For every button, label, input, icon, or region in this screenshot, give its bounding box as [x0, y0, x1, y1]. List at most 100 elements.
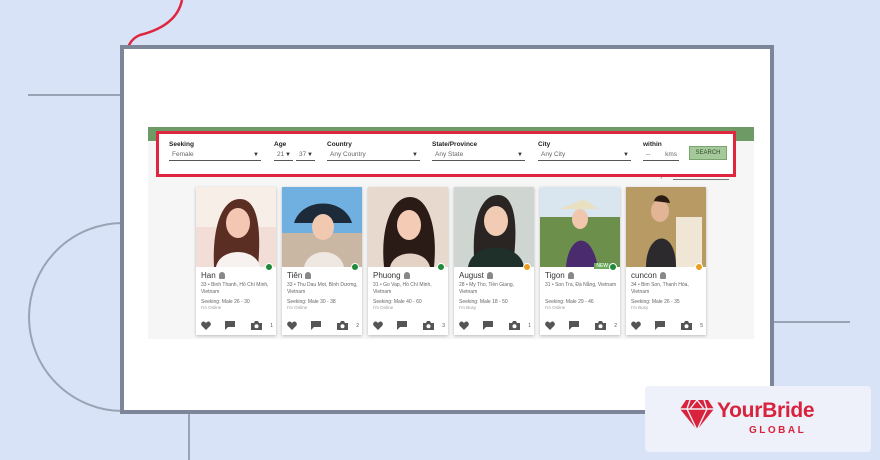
search-filter-bar: Seeking Female ▼ Age 21 ▼ 37 ▼ Country Any …	[156, 131, 736, 177]
seeking-label: Seeking	[169, 141, 194, 148]
logo-sub-text: GLOBAL	[749, 425, 807, 436]
age-max-select[interactable]: 37 ▼	[296, 151, 315, 161]
age-label: Age	[274, 141, 287, 148]
profile-photo[interactable]	[540, 187, 620, 267]
profile-person-icon	[659, 272, 666, 279]
message-icon[interactable]	[483, 321, 493, 330]
profile-card[interactable]: August 28 • My Tho, Tiền Giang, Vietnam …	[454, 187, 534, 335]
yourbride-logo: YourBride GLOBAL	[645, 386, 871, 452]
state-select[interactable]: Any State ▼	[432, 151, 525, 161]
profile-photo[interactable]	[454, 187, 534, 267]
profile-name[interactable]: Tigon	[545, 271, 574, 280]
heart-icon[interactable]	[545, 321, 555, 330]
heart-icon[interactable]	[201, 321, 211, 330]
within-unit: kms	[665, 151, 677, 158]
decorative-line	[188, 410, 190, 460]
state-field[interactable]: State/Province Any State ▼	[432, 141, 525, 161]
chevron-down-icon: ▼	[412, 151, 418, 158]
decorative-line	[772, 321, 850, 323]
card-actions: 2	[545, 321, 617, 331]
profile-card[interactable]: NEW Tigon 31 • Son Tra, Đà Nẵng, Vietnam…	[540, 187, 620, 335]
card-actions: 1	[201, 321, 273, 331]
photo-count: 1	[270, 323, 273, 329]
profile-location: 33 • Binh Thanh, Hồ Chí Minh, Vietnam	[201, 282, 269, 295]
profile-name[interactable]: Han	[201, 271, 225, 280]
message-icon[interactable]	[311, 321, 321, 330]
profile-location: 31 • Son Tra, Đà Nẵng, Vietnam	[545, 282, 617, 288]
profile-name[interactable]: cuncon	[631, 271, 666, 280]
country-field[interactable]: Country Any Country ▼	[327, 141, 420, 161]
camera-icon[interactable]	[595, 321, 606, 330]
card-actions: 1	[459, 321, 531, 331]
age-field[interactable]: Age 21 ▼ 37 ▼	[274, 141, 316, 161]
profile-location: 31 • Go Vap, Hồ Chí Minh, Vietnam	[373, 282, 432, 295]
camera-icon[interactable]	[509, 321, 520, 330]
profile-name[interactable]: Tiên	[287, 271, 312, 280]
profile-status: I'm Busy	[459, 305, 477, 310]
message-icon[interactable]	[655, 321, 665, 330]
busy-status-dot	[695, 263, 703, 271]
profile-photo[interactable]	[626, 187, 706, 267]
profile-card[interactable]: Han 33 • Binh Thanh, Hồ Chí Minh, Vietna…	[196, 187, 276, 335]
profile-status: I'm Online	[287, 305, 308, 310]
photo-count: 3	[442, 323, 445, 329]
profile-person-icon	[218, 272, 225, 279]
within-input[interactable]: -- kms	[643, 151, 679, 161]
profile-photo[interactable]	[282, 187, 362, 267]
heart-icon[interactable]	[287, 321, 297, 330]
chevron-down-icon: ▼	[285, 151, 291, 158]
heart-icon[interactable]	[373, 321, 383, 330]
profile-photo[interactable]	[196, 187, 276, 267]
chevron-down-icon: ▼	[253, 151, 259, 158]
profile-person-icon	[305, 272, 312, 279]
online-status-dot	[265, 263, 273, 271]
age-min-select[interactable]: 21 ▼	[274, 151, 293, 161]
within-field[interactable]: within -- kms	[643, 141, 679, 161]
message-icon[interactable]	[397, 321, 407, 330]
photo-count: 2	[356, 323, 359, 329]
seeking-select[interactable]: Female ▼	[169, 151, 261, 161]
decorative-line	[28, 94, 122, 96]
profile-status: I'm Online	[201, 305, 222, 310]
profile-card[interactable]: cuncon 34 • Bim Son, Thanh Hóa, Vietnam …	[626, 187, 706, 335]
camera-icon[interactable]	[423, 321, 434, 330]
seeking-field[interactable]: Seeking Female ▼	[169, 141, 261, 161]
profile-card[interactable]: Phuong 31 • Go Vap, Hồ Chí Minh, Vietnam…	[368, 187, 448, 335]
message-icon[interactable]	[225, 321, 235, 330]
profile-person-icon	[403, 272, 410, 279]
photo-count: 5	[700, 323, 703, 329]
country-label: Country	[327, 141, 352, 148]
state-label: State/Province	[432, 141, 478, 148]
heart-icon[interactable]	[631, 321, 641, 330]
heart-icon[interactable]	[459, 321, 469, 330]
country-select[interactable]: Any Country ▼	[327, 151, 420, 161]
online-status-dot	[351, 263, 359, 271]
city-label: City	[538, 141, 551, 148]
camera-icon[interactable]	[681, 321, 692, 330]
chevron-down-icon: ▼	[307, 151, 313, 158]
profile-photo[interactable]	[368, 187, 448, 267]
busy-status-dot	[523, 263, 531, 271]
camera-icon[interactable]	[251, 321, 262, 330]
logo-brand-text: YourBride	[717, 399, 815, 422]
search-button[interactable]: SEARCH	[689, 146, 727, 160]
card-actions: 5	[631, 321, 703, 331]
message-icon[interactable]	[569, 321, 579, 330]
profile-location: 28 • My Tho, Tiền Giang, Vietnam	[459, 282, 515, 295]
within-label: within	[643, 141, 662, 148]
profile-location: 33 • Thu Dau Mot, Bình Dương, Vietnam	[287, 282, 358, 295]
camera-icon[interactable]	[337, 321, 348, 330]
city-select[interactable]: Any City ▼	[538, 151, 631, 161]
profile-name[interactable]: August	[459, 271, 493, 280]
online-status-dot	[437, 263, 445, 271]
profile-person-icon	[567, 272, 574, 279]
profile-status: I'm Busy	[631, 305, 649, 310]
city-field[interactable]: City Any City ▼	[538, 141, 631, 161]
photo-count: 2	[614, 323, 617, 329]
card-actions: 2	[287, 321, 359, 331]
profile-name[interactable]: Phuong	[373, 271, 410, 280]
profile-status: I'm Online	[545, 305, 566, 310]
profile-person-icon	[486, 272, 493, 279]
profile-status: I'm Online	[373, 305, 394, 310]
profile-card[interactable]: Tiên 33 • Thu Dau Mot, Bình Dương, Vietn…	[282, 187, 362, 335]
